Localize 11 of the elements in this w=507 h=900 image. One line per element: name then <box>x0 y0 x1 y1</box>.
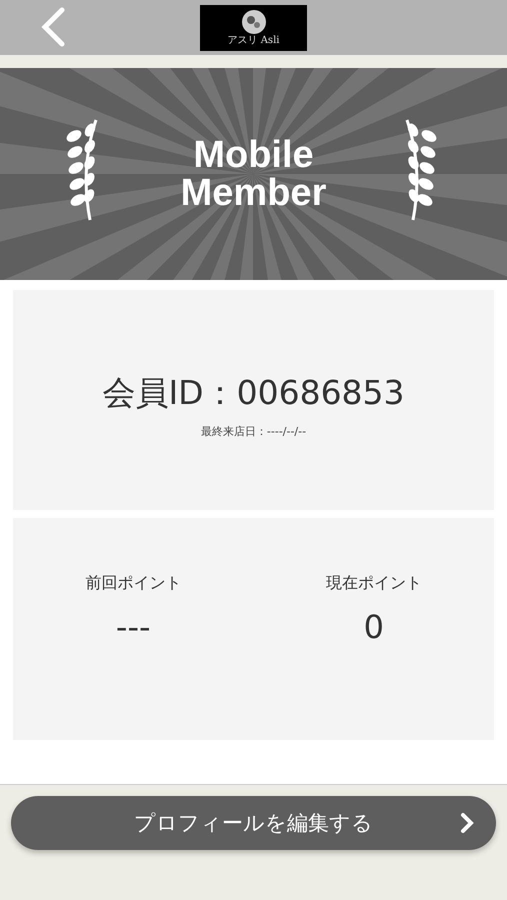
points-label: 前回ポイント <box>85 572 182 594</box>
member-id: 会員ID：00686853 <box>102 372 405 414</box>
points-label: 現在ポイント <box>326 572 422 594</box>
points-value: 0 <box>364 608 384 646</box>
logo-text: アスリ Asli <box>228 36 280 46</box>
banner-title: Mobile Member <box>180 136 326 212</box>
edit-profile-button[interactable]: プロフィールを編集する <box>11 796 496 850</box>
last-visit-date: 最終来店日：----/--/-- <box>200 424 306 439</box>
points-value: --- <box>116 608 151 646</box>
emblem-icon <box>240 9 266 35</box>
chevron-icon <box>460 812 474 834</box>
